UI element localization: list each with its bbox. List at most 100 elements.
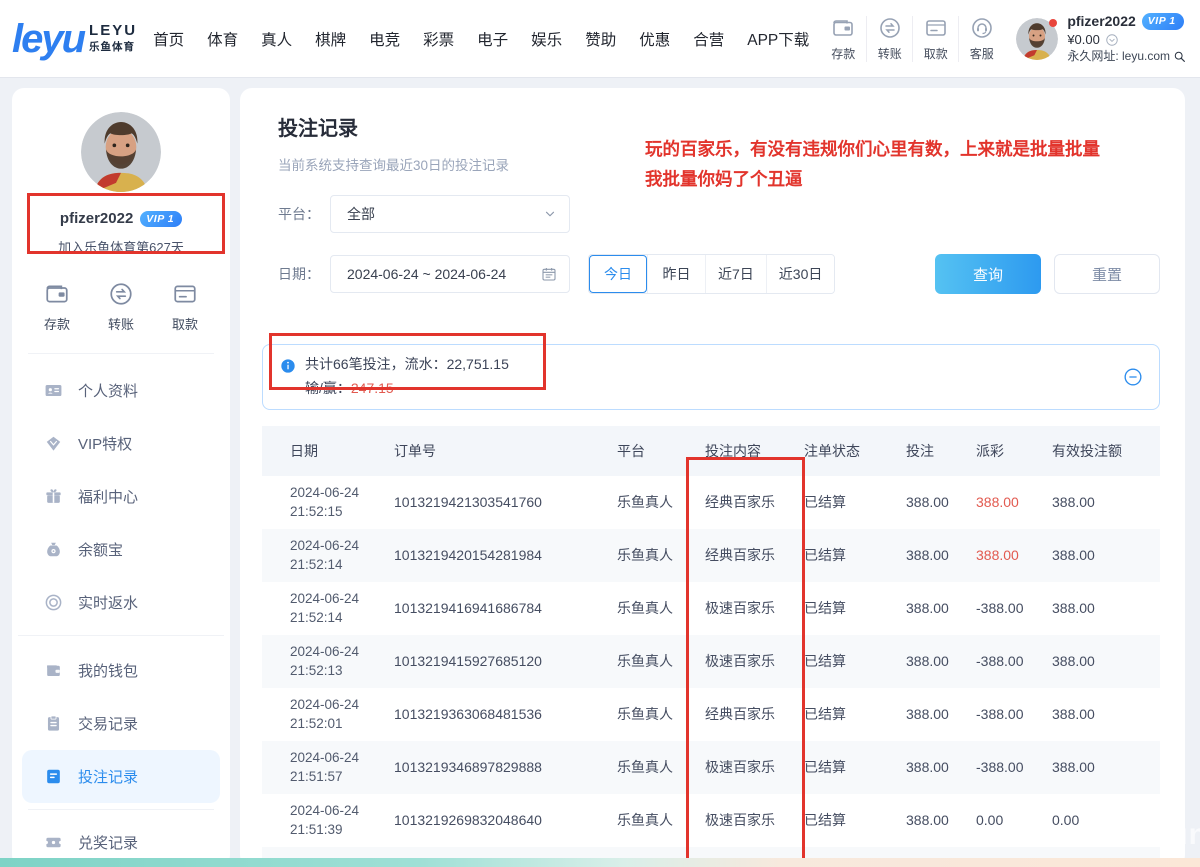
nav-item-1[interactable]: 体育 — [207, 28, 238, 50]
search-icon[interactable] — [1173, 50, 1186, 63]
balance-amount: ¥0.00 — [1067, 32, 1100, 48]
table-row[interactable]: 2024-06-2421:52:14 1013219416941686784 乐… — [262, 582, 1160, 635]
qa-item-客服[interactable]: 客服 — [958, 16, 1004, 62]
collapse-icon[interactable] — [1123, 367, 1143, 387]
cell-valid-amount: 388.00 — [1052, 759, 1160, 775]
bet-records-table: 日期订单号平台投注内容注单状态投注派彩有效投注额 2024-06-2421:52… — [262, 426, 1160, 867]
table-row[interactable]: 2024-06-2421:51:39 1013219269832048640 乐… — [262, 794, 1160, 847]
nav-item-9[interactable]: 优惠 — [639, 28, 670, 50]
doc-icon — [44, 767, 63, 786]
table-header-row: 日期订单号平台投注内容注单状态投注派彩有效投注额 — [262, 426, 1160, 476]
cell-date: 2024-06-2421:52:14 — [262, 536, 380, 575]
column-header: 订单号 — [380, 441, 605, 461]
query-button[interactable]: 查询 — [935, 254, 1041, 294]
platform-select[interactable]: 全部 — [330, 195, 570, 233]
range-button-近30日[interactable]: 近30日 — [766, 255, 835, 293]
cell-bet-content: 极速百家乐 — [693, 651, 798, 671]
cell-payout: 388.00 — [970, 494, 1052, 510]
shortcut-取款[interactable]: 取款 — [172, 281, 198, 333]
table-row[interactable]: 2024-06-2421:52:01 1013219363068481536 乐… — [262, 688, 1160, 741]
cell-platform: 乐鱼真人 — [605, 545, 693, 565]
sidebar-item-投注记录[interactable]: 投注记录 — [22, 750, 220, 803]
notification-dot — [1049, 19, 1057, 27]
nav-item-4[interactable]: 电竞 — [369, 28, 400, 50]
betting-records-page: leyu LEYU 乐鱼体育 首页 体育 真人 棋牌 电竞 彩票 电子 娱乐 赞助 优惠 合营 APP… — [0, 0, 1200, 867]
sidebar-item-VIP特权[interactable]: VIP特权 — [22, 417, 220, 470]
shortcut-存款[interactable]: 存款 — [44, 281, 70, 333]
qa-item-转账[interactable]: 转账 — [866, 16, 912, 62]
nav-item-8[interactable]: 赞助 — [585, 28, 616, 50]
cell-date: 2024-06-2421:52:13 — [262, 642, 380, 681]
header-quick-actions: 存款 转账 取款 客服 — [820, 16, 1004, 62]
platform-label: 平台： — [278, 204, 320, 224]
table-row[interactable]: 2024-06-2421:52:13 1013219415927685120 乐… — [262, 635, 1160, 688]
date-filter-row: 日期： 2024-06-24 ~ 2024-06-24 今日昨日近7日近30日 … — [278, 254, 1160, 294]
clipboard-icon — [44, 714, 63, 733]
table-row[interactable]: 2024-06-2421:52:15 1013219421303541760 乐… — [262, 476, 1160, 529]
cell-valid-amount: 388.00 — [1052, 547, 1160, 563]
rebate-icon — [44, 593, 63, 612]
range-button-昨日[interactable]: 昨日 — [647, 255, 705, 293]
nav-item-2[interactable]: 真人 — [261, 28, 292, 50]
sidebar-item-个人资料[interactable]: 个人资料 — [22, 364, 220, 417]
cell-bet-amount: 388.00 — [898, 812, 970, 828]
column-header: 平台 — [605, 441, 693, 461]
loss-win-value: 247.15 — [351, 380, 394, 396]
date-range-input[interactable]: 2024-06-24 ~ 2024-06-24 — [330, 255, 570, 293]
nav-item-3[interactable]: 棋牌 — [315, 28, 346, 50]
cell-order-number: 1013219415927685120 — [380, 653, 605, 669]
vip-badge: VIP 1 — [1142, 13, 1184, 30]
cell-date: 2024-06-2421:51:39 — [262, 801, 380, 840]
table-row[interactable]: 2024-06-2421:51:57 1013219346897829888 乐… — [262, 741, 1160, 794]
moneybag-icon — [44, 540, 63, 559]
wallet2-icon — [44, 661, 63, 680]
profile-vip-badge: VIP 1 — [140, 211, 182, 227]
nav-item-10[interactable]: 合营 — [693, 28, 724, 50]
cell-bet-content: 极速百家乐 — [693, 757, 798, 777]
nav-item-6[interactable]: 电子 — [477, 28, 508, 50]
cell-status: 已结算 — [798, 492, 898, 512]
range-button-近7日[interactable]: 近7日 — [705, 255, 766, 293]
sidebar-item-福利中心[interactable]: 福利中心 — [22, 470, 220, 523]
cell-platform: 乐鱼真人 — [605, 810, 693, 830]
sidebar-item-实时返水[interactable]: 实时返水 — [22, 576, 220, 629]
cell-valid-amount: 388.00 — [1052, 653, 1160, 669]
qa-item-存款[interactable]: 存款 — [820, 16, 866, 62]
logo-subtext: LEYU 乐鱼体育 — [89, 23, 137, 55]
shortcut-转账[interactable]: 转账 — [108, 281, 134, 333]
header-username[interactable]: pfizer2022 — [1067, 13, 1135, 31]
nav-item-7[interactable]: 娱乐 — [531, 28, 562, 50]
nav-item-11[interactable]: APP下载 — [747, 28, 809, 50]
cell-payout: 0.00 — [970, 812, 1052, 828]
sidebar: pfizer2022 VIP 1 加入乐鱼体育第627天 存款 转账 取款 个人… — [12, 88, 230, 867]
cell-status: 已结算 — [798, 704, 898, 724]
range-button-今日[interactable]: 今日 — [589, 255, 647, 293]
reset-button[interactable]: 重置 — [1054, 254, 1160, 294]
leyu-logo[interactable]: leyu LEYU 乐鱼体育 — [12, 19, 137, 59]
sidebar-item-交易记录[interactable]: 交易记录 — [22, 697, 220, 750]
column-header: 投注 — [898, 441, 970, 461]
column-header: 注单状态 — [798, 441, 898, 461]
transfer-icon — [878, 16, 902, 40]
cell-payout: 388.00 — [970, 547, 1052, 563]
sidebar-item-我的钱包[interactable]: 我的钱包 — [22, 644, 220, 697]
table-row[interactable]: 2024-06-2421:52:14 1013219420154281984 乐… — [262, 529, 1160, 582]
column-header: 投注内容 — [693, 441, 798, 461]
qa-item-取款[interactable]: 取款 — [912, 16, 958, 62]
balance-refresh-icon[interactable] — [1105, 33, 1119, 47]
cell-valid-amount: 388.00 — [1052, 600, 1160, 616]
header-user-area: pfizer2022 VIP 1 ¥0.00 永久网址: leyu.com — [1016, 13, 1186, 64]
cell-bet-amount: 388.00 — [898, 706, 970, 722]
sidebar-item-余额宝[interactable]: 余额宝 — [22, 523, 220, 576]
profile-avatar[interactable] — [81, 112, 161, 192]
column-header: 日期 — [262, 441, 380, 461]
profile-username: pfizer2022 — [60, 210, 133, 227]
avatar[interactable] — [1016, 18, 1058, 60]
wallet-icon — [44, 281, 70, 307]
nav-item-5[interactable]: 彩票 — [423, 28, 454, 50]
chevron-down-icon — [543, 207, 557, 221]
content-area: pfizer2022 VIP 1 加入乐鱼体育第627天 存款 转账 取款 个人… — [0, 77, 1200, 867]
nav-item-0[interactable]: 首页 — [153, 28, 184, 50]
date-range-presets: 今日昨日近7日近30日 — [588, 254, 835, 294]
ticket-icon — [44, 833, 63, 852]
